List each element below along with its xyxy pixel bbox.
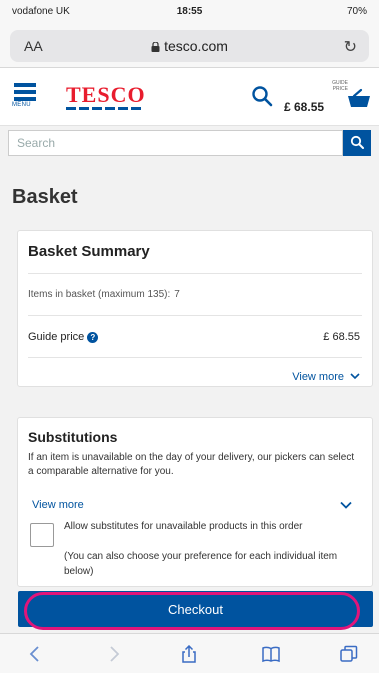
share-icon[interactable] bbox=[180, 645, 198, 663]
divider bbox=[28, 315, 362, 316]
url-display[interactable]: tesco.com bbox=[10, 38, 369, 54]
allow-substitutes-checkbox[interactable] bbox=[30, 523, 54, 547]
logo-stripes bbox=[66, 107, 144, 110]
tesco-logo[interactable]: TESCO bbox=[66, 84, 146, 112]
divider bbox=[28, 357, 362, 358]
back-arrow-icon[interactable] bbox=[26, 645, 44, 663]
tabs-icon[interactable] bbox=[340, 645, 358, 663]
guide-price-row: Guide price? bbox=[28, 331, 99, 343]
guide-price-value: £ 68.55 bbox=[323, 331, 360, 343]
browser-toolbar bbox=[0, 633, 379, 673]
guide-price-label: Guide price bbox=[28, 331, 85, 343]
substitutions-card: Substitutions If an item is unavailable … bbox=[17, 417, 373, 587]
url-text: tesco.com bbox=[164, 38, 228, 54]
header-guide-price[interactable]: GUIDE PRICE £ 68.55 bbox=[284, 80, 348, 120]
hamburger-menu-icon bbox=[14, 83, 36, 87]
basket-icon[interactable] bbox=[346, 88, 372, 110]
menu-button[interactable]: MENU bbox=[12, 83, 38, 113]
lock-icon bbox=[151, 42, 160, 52]
guide-price-label: GUIDE PRICE bbox=[332, 80, 348, 92]
battery-level: 70% bbox=[346, 6, 367, 17]
items-in-basket: Items in basket (maximum 135): 7 bbox=[28, 289, 180, 300]
search-bar bbox=[8, 130, 371, 156]
logo-text: TESCO bbox=[66, 82, 146, 107]
menu-label: MENU bbox=[12, 102, 31, 108]
basket-summary-title: Basket Summary bbox=[28, 243, 150, 260]
status-bar: vodafone UK 18:55 70% bbox=[0, 0, 379, 24]
forward-arrow-icon[interactable] bbox=[105, 645, 123, 663]
substitutes-note: (You can also choose your preference for… bbox=[64, 551, 338, 577]
reload-icon[interactable]: ↻ bbox=[344, 37, 357, 57]
allow-substitutes-label: Allow substitutes for unavailable produc… bbox=[64, 521, 303, 532]
checkout-button[interactable]: Checkout bbox=[18, 591, 373, 627]
items-count: 7 bbox=[174, 289, 180, 300]
info-icon[interactable]: ? bbox=[87, 332, 99, 343]
search-input[interactable] bbox=[8, 130, 343, 156]
substitutions-description: If an item is unavailable on the day of … bbox=[28, 452, 355, 477]
search-icon[interactable] bbox=[251, 85, 273, 107]
substitutions-title: Substitutions bbox=[28, 429, 118, 445]
substitutions-view-more[interactable]: View more bbox=[32, 499, 84, 511]
view-more-label: View more bbox=[292, 371, 344, 383]
items-label: Items in basket (maximum 135): bbox=[28, 289, 171, 300]
guide-price-amount: £ 68.55 bbox=[284, 100, 325, 114]
search-icon bbox=[350, 135, 364, 149]
site-header: MENU TESCO GUIDE PRICE £ 68.55 bbox=[0, 68, 379, 126]
search-button[interactable] bbox=[343, 130, 371, 156]
basket-summary-card: Basket Summary Items in basket (maximum … bbox=[17, 230, 373, 387]
bookmarks-icon[interactable] bbox=[262, 645, 280, 663]
chevron-down-icon[interactable] bbox=[340, 501, 352, 509]
browser-address-bar: AA tesco.com ↻ bbox=[0, 24, 379, 68]
chevron-down-icon bbox=[350, 373, 360, 380]
divider bbox=[28, 273, 362, 274]
page-title: Basket bbox=[12, 186, 78, 208]
checkout-bar: Checkout bbox=[0, 587, 379, 633]
summary-view-more[interactable]: View more bbox=[292, 371, 360, 383]
clock: 18:55 bbox=[176, 6, 203, 17]
url-field[interactable]: AA tesco.com ↻ bbox=[10, 30, 369, 62]
